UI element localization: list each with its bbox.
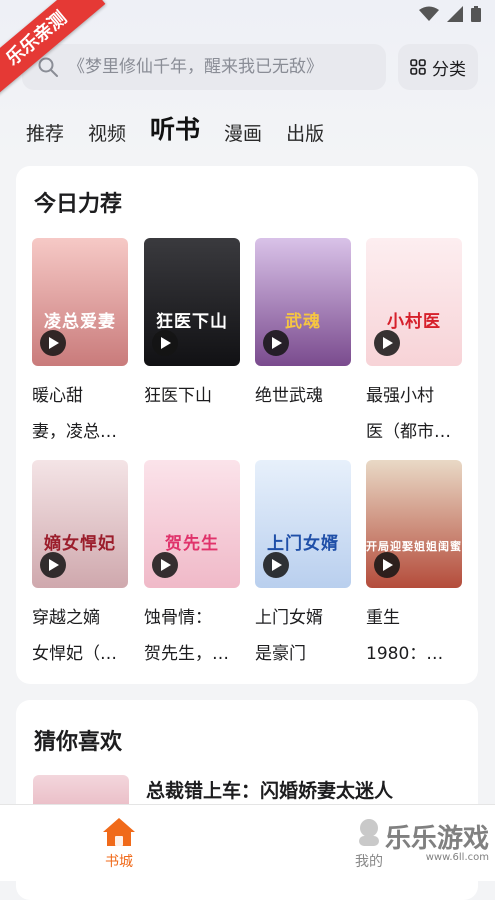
book-title[interactable]: 暖心甜妻，凌总… <box>32 378 128 450</box>
book-cover[interactable]: 贺先生 <box>144 460 240 588</box>
search-input[interactable] <box>66 56 386 78</box>
book-item[interactable]: 嫡女悍妃穿越之嫡女悍妃（… <box>32 460 128 672</box>
book-item[interactable]: 武魂绝世武魂 <box>255 238 351 414</box>
book-title-line2: 女悍妃（… <box>32 644 117 664</box>
book-title-line1: 穿越之嫡 <box>32 608 100 628</box>
book-title-line2: 1980：… <box>366 644 444 664</box>
watermark-main: 乐乐游戏 <box>384 824 489 854</box>
play-icon[interactable] <box>374 330 400 356</box>
nav-me[interactable]: 我的 <box>354 817 384 871</box>
play-icon[interactable] <box>40 330 66 356</box>
book-title[interactable]: 穿越之嫡女悍妃（… <box>32 600 128 672</box>
tab-video[interactable]: 视频 <box>88 119 126 146</box>
grid-icon <box>410 59 426 75</box>
book-title-line1: 最强小村 <box>366 386 434 406</box>
book-title-line2: 医（都市… <box>366 422 451 442</box>
watermark: 乐乐游戏 www.6ll.com <box>385 826 489 864</box>
play-icon[interactable] <box>263 330 289 356</box>
book-title[interactable]: 狂医下山 <box>144 378 240 414</box>
nav-home[interactable]: 书城 <box>102 817 136 871</box>
category-button[interactable]: 分类 <box>398 44 478 90</box>
play-icon[interactable] <box>152 552 178 578</box>
cover-title-text: 贺先生 <box>165 534 219 554</box>
signal-icon <box>447 6 463 22</box>
search-icon <box>38 57 58 77</box>
section-title: 今日力荐 <box>34 192 123 217</box>
cover-title-text: 小村医 <box>387 312 441 332</box>
book-item[interactable]: 小村医最强小村医（都市… <box>366 238 462 450</box>
search-bar[interactable] <box>22 44 386 90</box>
cover-title-text: 凌总爱妻 <box>44 312 116 332</box>
battery-icon <box>471 6 481 22</box>
book-title[interactable]: 重生 1980：… <box>366 600 462 672</box>
cover-title-text: 嫡女悍妃 <box>44 534 116 554</box>
book-title-line1: 狂医下山 <box>144 386 212 406</box>
play-icon[interactable] <box>263 552 289 578</box>
book-item[interactable]: 开局迎娶姐姐闺蜜重生 1980：… <box>366 460 462 672</box>
book-title-line1: 暖心甜 <box>32 386 83 406</box>
category-label: 分类 <box>432 59 466 80</box>
tab-recommend[interactable]: 推荐 <box>26 119 64 146</box>
book-title-line1: 绝世武魂 <box>255 386 323 406</box>
book-cover[interactable]: 上门女婿 <box>255 460 351 588</box>
book-item[interactable]: 贺先生蚀骨情： 贺先生，… <box>144 460 240 672</box>
book-title-line2: 贺先生，… <box>144 644 229 664</box>
book-title[interactable]: 上门女婿 是豪门 <box>255 600 351 672</box>
section-title: 猜你喜欢 <box>34 730 123 755</box>
book-title-line1: 重生 <box>366 608 400 628</box>
cover-title-text: 上门女婿 <box>267 534 339 554</box>
book-cover[interactable]: 凌总爱妻 <box>32 238 128 366</box>
book-cover[interactable]: 嫡女悍妃 <box>32 460 128 588</box>
nav-me-label: 我的 <box>355 854 383 870</box>
book-cover[interactable]: 小村医 <box>366 238 462 366</box>
wifi-icon <box>419 6 439 21</box>
play-icon[interactable] <box>374 552 400 578</box>
status-bar <box>419 6 481 22</box>
channel-tabs: 推荐 视频 听书 漫画 出版 <box>26 110 324 146</box>
book-title[interactable]: 总裁错上车：闪婚娇妻太迷人 <box>146 776 393 803</box>
book-title-line2: 是豪门 <box>255 644 306 664</box>
home-icon <box>103 818 135 846</box>
book-title[interactable]: 绝世武魂 <box>255 378 351 414</box>
play-icon[interactable] <box>40 552 66 578</box>
play-icon[interactable] <box>152 330 178 356</box>
cover-title-text: 武魂 <box>285 312 321 332</box>
book-item[interactable]: 上门女婿 上门女婿 是豪门 <box>255 460 351 672</box>
tab-publish[interactable]: 出版 <box>286 119 324 146</box>
book-title[interactable]: 最强小村医（都市… <box>366 378 462 450</box>
book-title[interactable]: 蚀骨情： 贺先生，… <box>144 600 240 672</box>
nav-home-label: 书城 <box>105 854 133 870</box>
tab-comic[interactable]: 漫画 <box>224 119 262 146</box>
book-item[interactable]: 狂医下山 狂医下山 <box>144 238 240 414</box>
profile-icon <box>359 819 379 846</box>
book-cover[interactable]: 武魂 <box>255 238 351 366</box>
book-item[interactable]: 凌总爱妻暖心甜妻，凌总… <box>32 238 128 450</box>
book-title-line1: 上门女婿 <box>255 608 323 628</box>
book-cover[interactable]: 狂医下山 <box>144 238 240 366</box>
book-title-line2: 妻，凌总… <box>32 422 117 442</box>
cover-title-text: 狂医下山 <box>156 312 228 332</box>
book-cover[interactable]: 开局迎娶姐姐闺蜜 <box>366 460 462 588</box>
today-recommend-card: 今日力荐 凌总爱妻 暖心甜 妻，凌总… 狂医下山 狂医下山 武魂 绝世武魂 小村医 最强小村 医（… <box>16 166 478 684</box>
tab-audiobook[interactable]: 听书 <box>150 110 200 146</box>
book-title-line1: 蚀骨情： <box>144 608 212 628</box>
cover-title-text: 开局迎娶姐姐闺蜜 <box>366 540 462 553</box>
